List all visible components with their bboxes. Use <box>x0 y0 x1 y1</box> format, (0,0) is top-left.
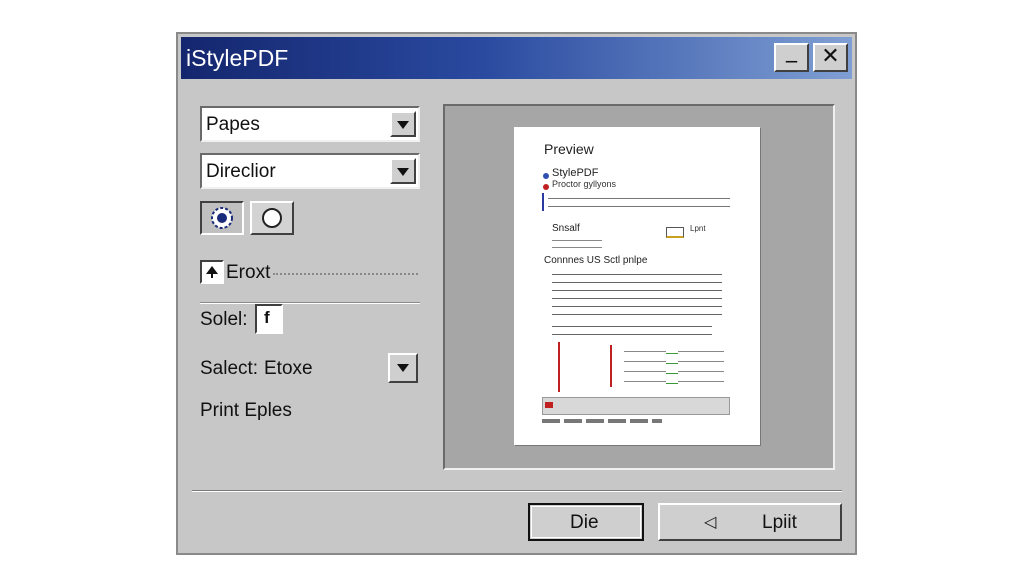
preview-line-1: StylePDF <box>552 167 599 179</box>
solid-label: Solel: <box>200 309 248 330</box>
chevron-down-icon <box>397 168 409 176</box>
preview-section-heading: Connnes US Sctl pnlpe <box>544 255 648 266</box>
papes-select-value: Papes <box>206 114 260 135</box>
direction-dropdown-button[interactable] <box>390 158 416 184</box>
preview-red-rule-2 <box>610 345 612 387</box>
radio-option-2-button[interactable] <box>250 201 294 235</box>
papes-dropdown-button[interactable] <box>390 111 416 137</box>
preview-bullet-blue-icon <box>543 173 549 179</box>
direction-select[interactable]: Direclior <box>200 153 420 189</box>
preview-text-block-2 <box>552 237 602 251</box>
preview-list-item-1: Snsalf <box>552 223 580 234</box>
close-icon: ✕ <box>821 44 840 69</box>
preview-line-2: Proctor gyllyons <box>552 179 617 189</box>
preview-heading: Preview <box>544 141 594 157</box>
minimize-icon: _ <box>786 38 797 63</box>
select-value: Etoxe <box>264 358 313 379</box>
papes-select[interactable]: Papes <box>200 106 420 142</box>
select-dropdown-button[interactable] <box>388 353 418 383</box>
minimize-button[interactable]: _ <box>774 39 809 72</box>
preview-text-block-3 <box>552 271 722 315</box>
die-button[interactable]: Die <box>528 503 644 541</box>
istylepdf-dialog: iStylePDF _ ✕ Papes Direclior Eroxt Sole… <box>176 32 857 555</box>
solid-input[interactable]: f <box>255 304 283 334</box>
print-button-label: Lpiit <box>762 512 797 533</box>
die-button-label: Die <box>570 512 599 533</box>
print-options-label: Print Eples <box>200 400 292 421</box>
preview-scroll-marker <box>545 402 553 408</box>
preview-pane: Preview StylePDF Proctor gyllyons Snsalf… <box>443 104 835 470</box>
radio-selected-icon <box>211 207 233 229</box>
preview-page: Preview StylePDF Proctor gyllyons Snsalf… <box>514 127 760 445</box>
solid-input-value: f <box>264 308 270 327</box>
direction-select-value: Direclior <box>206 161 276 182</box>
separator-line <box>200 302 420 304</box>
preview-legend-label: Lpnt <box>690 224 706 233</box>
bottom-divider <box>192 490 842 492</box>
title-bar[interactable]: iStylePDF _ ✕ <box>181 37 852 79</box>
window-title: iStylePDF <box>186 45 289 71</box>
preview-red-rule <box>558 342 560 392</box>
text-checkbox[interactable] <box>200 260 224 284</box>
select-label: Salect: <box>200 358 259 379</box>
radio-option-1-button[interactable] <box>200 201 244 235</box>
preview-bullet-red-icon <box>543 184 549 190</box>
close-button[interactable]: ✕ <box>813 43 848 72</box>
print-button[interactable]: ◁ Lpiit <box>658 503 842 541</box>
preview-text-block-1 <box>548 195 730 213</box>
preview-green-marks <box>666 349 678 389</box>
chevron-down-icon <box>397 121 409 129</box>
radio-unselected-icon <box>262 208 282 228</box>
pointer-icon <box>206 266 218 278</box>
preview-legend-box <box>666 227 684 238</box>
left-triangle-icon: ◁ <box>704 512 717 531</box>
dotted-separator <box>273 273 418 275</box>
preview-text-block-4 <box>552 323 712 341</box>
text-checkbox-label: Eroxt <box>226 262 271 283</box>
preview-scrollbar <box>542 397 730 415</box>
chevron-down-icon <box>397 364 409 372</box>
preview-blue-bracket <box>542 193 544 211</box>
preview-footer-text <box>542 419 662 423</box>
